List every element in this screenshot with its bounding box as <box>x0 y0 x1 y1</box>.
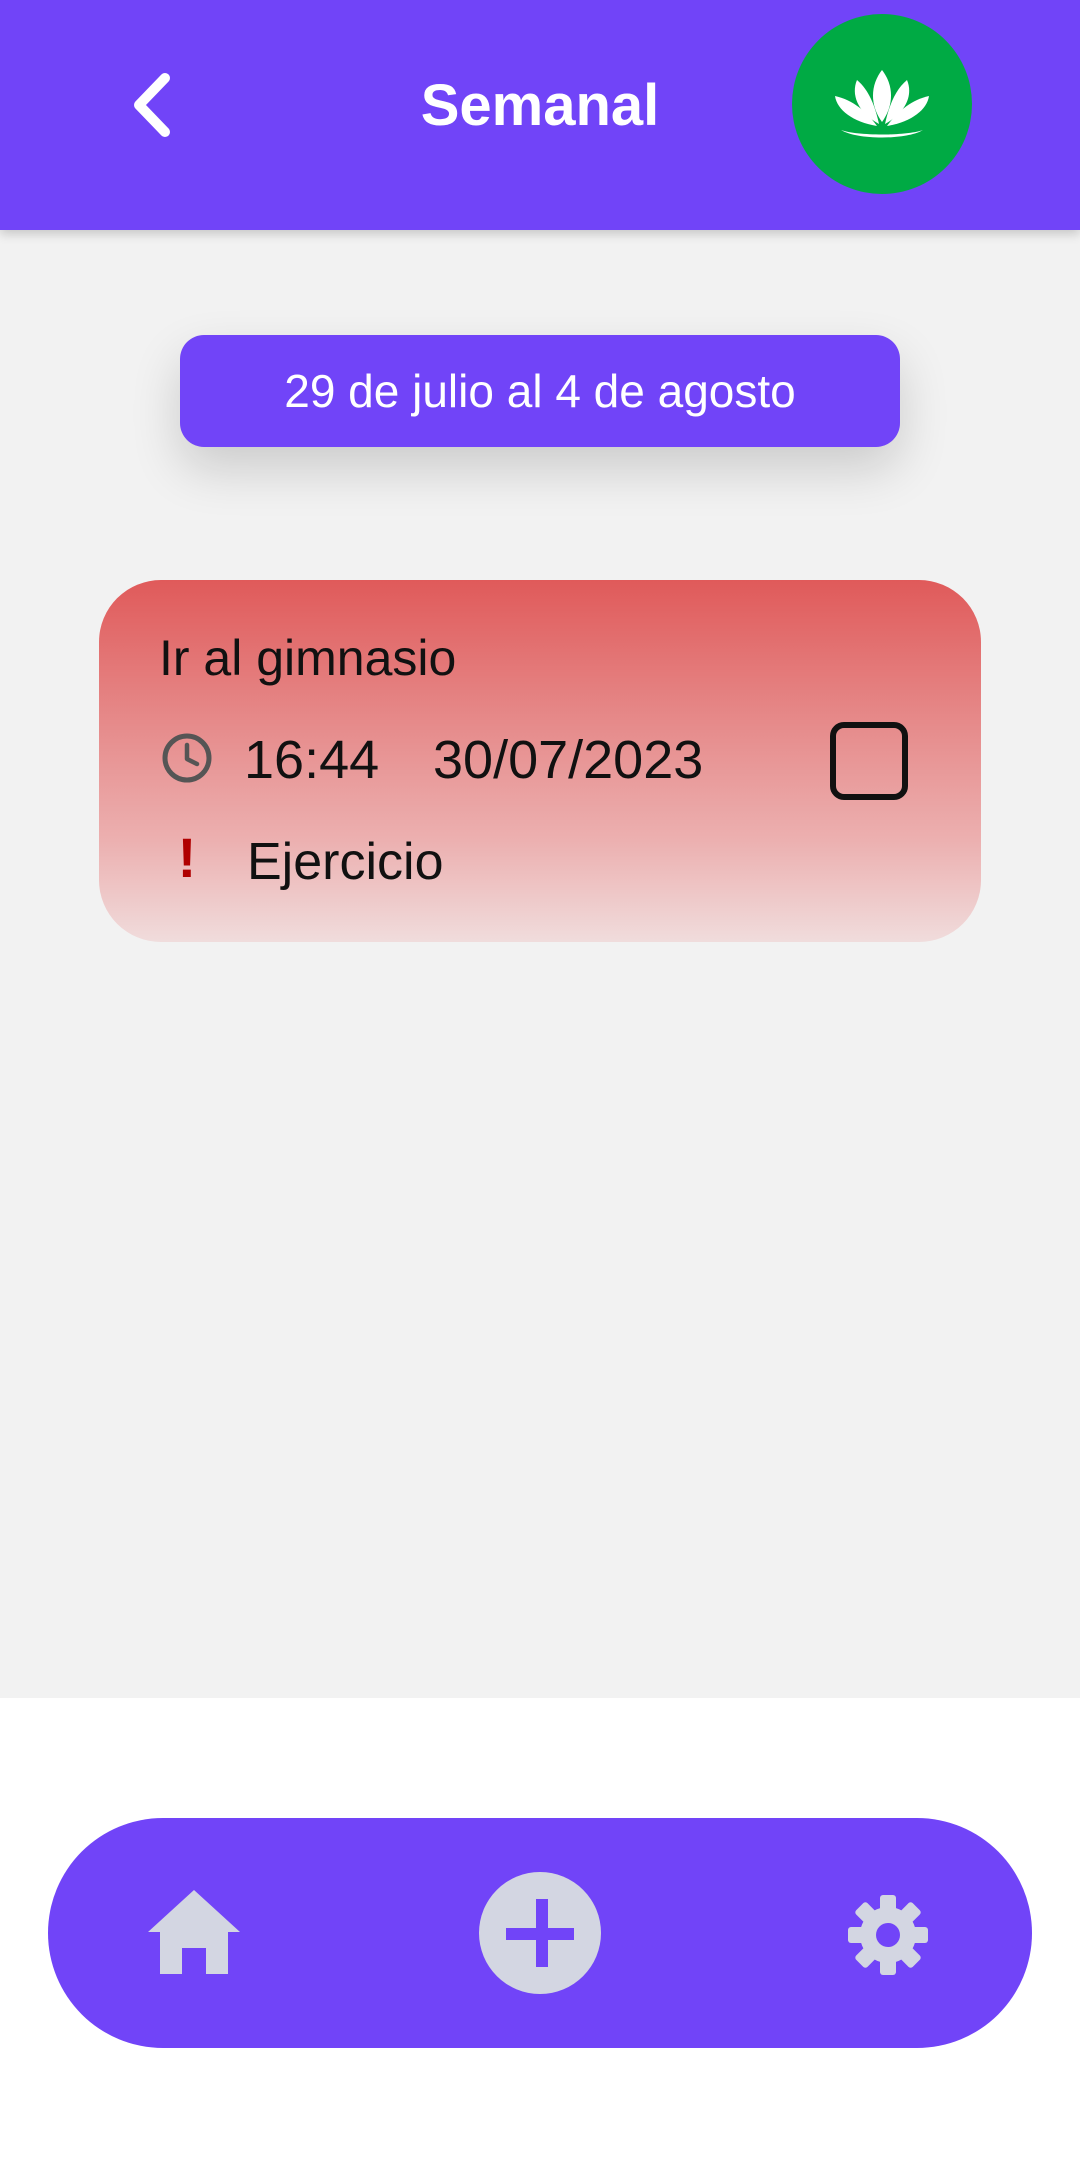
task-date: 30/07/2023 <box>433 730 704 790</box>
app-logo[interactable] <box>792 14 972 194</box>
content-area: 29 de julio al 4 de agosto Ir al gimnasi… <box>0 230 1080 1698</box>
task-category: Ejercicio <box>247 833 444 891</box>
clock-icon <box>162 733 212 783</box>
lotus-icon <box>835 70 929 138</box>
task-time: 16:44 <box>244 730 380 790</box>
task-complete-checkbox[interactable] <box>830 722 908 800</box>
task-title: Ir al gimnasio <box>159 630 457 686</box>
back-button[interactable] <box>110 60 200 150</box>
week-range-label: 29 de julio al 4 de agosto <box>284 365 796 417</box>
page-title: Semanal <box>420 73 660 138</box>
task-card[interactable]: Ir al gimnasio 16:44 30/07/2023 ! Ejerci… <box>99 580 981 942</box>
priority-alert-icon: ! <box>177 826 197 889</box>
chevron-left-icon <box>134 73 170 137</box>
top-app-bar: Semanal <box>0 0 1080 230</box>
add-task-button[interactable] <box>479 1872 601 1994</box>
home-icon[interactable] <box>144 1886 244 1980</box>
gear-icon[interactable] <box>846 1893 930 1977</box>
bottom-navigation-bar <box>48 1818 1032 2048</box>
week-range-button[interactable]: 29 de julio al 4 de agosto <box>180 335 900 447</box>
